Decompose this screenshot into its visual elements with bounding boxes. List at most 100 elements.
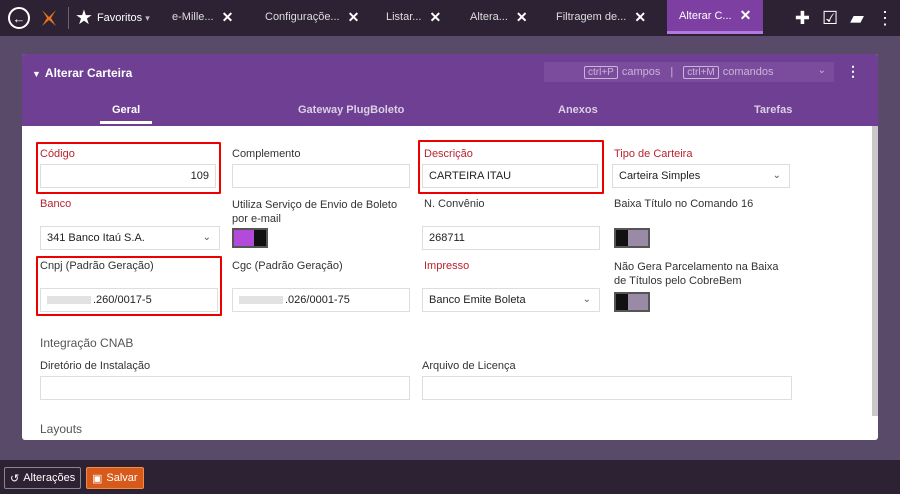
n-convenio-value: 268711 <box>429 232 465 244</box>
cgc-value: .026/0001-75 <box>285 294 350 306</box>
save-button[interactable]: ▣ Salvar <box>86 467 144 489</box>
close-icon[interactable]: ✕ <box>222 9 234 26</box>
tab-label: Listar... <box>386 11 422 23</box>
favorites-menu[interactable]: ★ Favoritos ▾ <box>75 8 150 28</box>
shortcut-label: comandos <box>722 66 774 78</box>
tab-label: Alterar C... <box>679 9 732 22</box>
banco-label: Banco <box>40 198 72 210</box>
app-logo-icon[interactable] <box>38 7 60 29</box>
chevron-down-icon: ⌄ <box>582 294 591 305</box>
tab-listar[interactable]: Listar... ✕ <box>386 0 441 34</box>
alteracoes-label: Alterações <box>23 472 76 484</box>
tab-label: Filtragem de... <box>556 11 627 23</box>
floppy-disk-icon: ▣ <box>92 472 103 485</box>
panel-header: ▼ Alterar Carteira ctrl+P campos | ctrl+M… <box>22 54 878 126</box>
clipboard-check-icon[interactable]: ☑ <box>822 8 838 29</box>
banco-select[interactable]: 341 Banco Itaú S.A. ⌄ <box>40 226 220 250</box>
servico-envio-toggle[interactable] <box>232 228 268 248</box>
tab-geral[interactable]: Geral <box>100 104 153 124</box>
more-vertical-icon[interactable]: ⋮ <box>846 63 860 80</box>
shortcut-label: campos <box>621 66 661 78</box>
chevron-down-icon[interactable]: ⌄ <box>818 65 826 76</box>
impresso-value: Banco Emite Boleta <box>429 294 526 306</box>
complemento-input[interactable] <box>232 164 410 188</box>
diretorio-label: Diretório de Instalação <box>40 360 151 372</box>
divider: | <box>670 66 674 78</box>
highlight-box <box>418 140 604 194</box>
panel-title[interactable]: ▼ Alterar Carteira <box>32 66 132 80</box>
tab-altera[interactable]: Altera... ✕ <box>470 0 528 34</box>
chevron-down-icon: ⌄ <box>772 170 781 181</box>
close-icon[interactable]: ✕ <box>740 7 752 24</box>
panel-tabs: Geral Gateway PlugBoleto Anexos Tarefas <box>22 102 878 126</box>
more-vertical-icon[interactable]: ⋮ <box>876 8 894 29</box>
tab-tarefas[interactable]: Tarefas <box>754 104 792 116</box>
diretorio-input[interactable] <box>40 376 410 400</box>
banco-value: 341 Banco Itaú S.A. <box>47 232 145 244</box>
top-bar: ← ★ Favoritos ▾ e-Mille... ✕ Configuraçõ… <box>0 0 900 36</box>
shortcut-key: ctrl+P <box>584 65 618 79</box>
favorites-label: Favoritos <box>96 12 143 24</box>
redacted-text <box>239 296 283 304</box>
back-icon[interactable]: ← <box>8 7 30 29</box>
cgc-label: Cgc (Padrão Geração) <box>232 260 343 272</box>
nao-gera-toggle[interactable] <box>614 292 650 312</box>
impresso-label: Impresso <box>424 260 470 272</box>
alterar-carteira-panel: ▼ Alterar Carteira ctrl+P campos | ctrl+M… <box>22 54 878 440</box>
tab-label: Altera... <box>470 11 508 23</box>
tab-anexos[interactable]: Anexos <box>558 104 598 116</box>
nao-gera-label: Não Gera Parcelamento na Baixa de Título… <box>614 260 778 288</box>
close-icon[interactable]: ✕ <box>429 9 441 26</box>
label-line: por e-mail <box>232 213 281 225</box>
panel-title-text: Alterar Carteira <box>44 66 133 80</box>
layouts-heading: Layouts <box>40 422 83 436</box>
chevron-down-icon: ⌄ <box>202 232 211 243</box>
tab-label: e-Mille... <box>172 11 214 23</box>
chat-icon[interactable]: ▰ <box>850 8 864 29</box>
toggle-knob <box>616 230 628 246</box>
close-icon[interactable]: ✕ <box>516 9 528 26</box>
integracao-cnab-heading: Integração CNAB <box>40 336 134 350</box>
star-icon: ★ <box>75 7 93 29</box>
n-convenio-input[interactable]: 268711 <box>422 226 600 250</box>
baixa-titulo-toggle[interactable] <box>614 228 650 248</box>
cgc-input[interactable]: .026/0001-75 <box>232 288 410 312</box>
tab-configuracoes[interactable]: Configuraçõe... ✕ <box>265 0 359 34</box>
highlight-box <box>36 256 222 316</box>
tab-label: Configuraçõe... <box>265 11 340 23</box>
form-area: Código 109 Complemento Descrição CARTEIR… <box>22 126 878 440</box>
shortcut-key: ctrl+M <box>683 65 719 79</box>
save-label: Salvar <box>106 472 138 484</box>
servico-envio-label: Utiliza Serviço de Envio de Boleto por e… <box>232 198 397 226</box>
command-bar[interactable]: ctrl+P campos | ctrl+M comandos ⌄ <box>544 62 834 82</box>
baixa-titulo-label: Baixa Título no Comando 16 <box>614 198 754 210</box>
label-line: de Títulos pelo CobreBem <box>614 275 742 287</box>
label-line: Não Gera Parcelamento na Baixa <box>614 261 779 273</box>
top-right-icons: ✚ ☑ ▰ ⋮ <box>789 0 900 36</box>
tipo-carteira-value: Carteira Simples <box>619 170 701 182</box>
tab-alterar-carteira[interactable]: Alterar C... ✕ <box>667 0 763 34</box>
toggle-knob <box>254 230 266 246</box>
complemento-label: Complemento <box>232 148 301 160</box>
toggle-knob <box>616 294 628 310</box>
close-icon[interactable]: ✕ <box>348 9 360 26</box>
chevron-down-icon: ▾ <box>145 12 150 23</box>
impresso-select[interactable]: Banco Emite Boleta ⌄ <box>422 288 600 312</box>
tipo-carteira-select[interactable]: Carteira Simples ⌄ <box>612 164 790 188</box>
caret-down-icon: ▼ <box>32 69 41 79</box>
tab-filtragem[interactable]: Filtragem de... ✕ <box>556 0 646 34</box>
tipo-carteira-label: Tipo de Carteira <box>614 148 693 160</box>
tab-gateway-plugboleto[interactable]: Gateway PlugBoleto <box>298 104 404 116</box>
arquivo-licenca-label: Arquivo de Licença <box>422 360 516 372</box>
alteracoes-button[interactable]: ↺ Alterações <box>4 467 82 489</box>
label-line: Utiliza Serviço de Envio de Boleto <box>232 199 398 211</box>
divider <box>68 7 69 29</box>
close-icon[interactable]: ✕ <box>634 9 646 26</box>
highlight-box <box>36 142 221 194</box>
bottom-bar: ↺ Alterações ▣ Salvar <box>0 460 900 494</box>
plus-icon[interactable]: ✚ <box>795 8 810 29</box>
tab-e-mille[interactable]: e-Mille... ✕ <box>172 0 233 34</box>
n-convenio-label: N. Convênio <box>424 198 485 210</box>
scrollbar[interactable] <box>872 126 878 416</box>
arquivo-licenca-input[interactable] <box>422 376 792 400</box>
